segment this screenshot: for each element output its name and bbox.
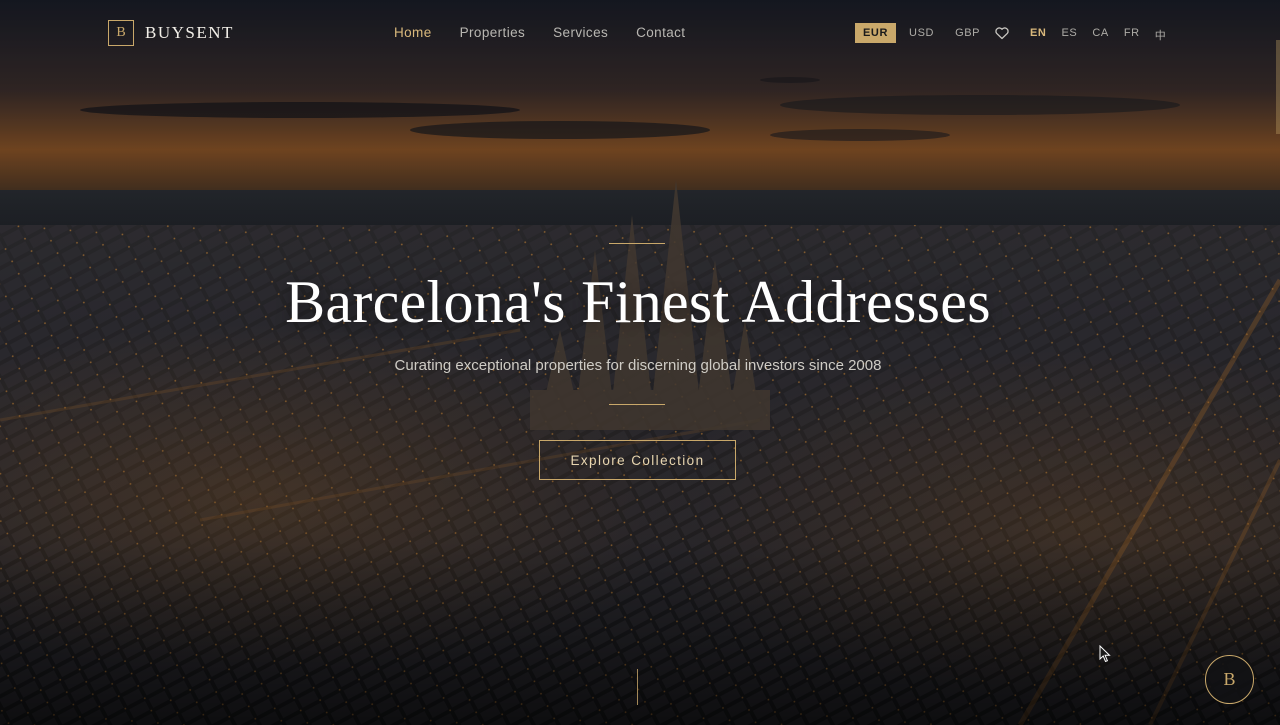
mouse-cursor-icon [1099,644,1111,663]
hero-divider-top [609,243,665,244]
scroll-down-indicator[interactable] [637,669,638,705]
hero-section: Barcelona's Finest Addresses Curating ex… [0,0,1280,725]
hero-subtitle: Curating exceptional properties for disc… [394,357,882,374]
floating-brand-button[interactable]: B [1205,655,1254,704]
page: B BUYSENT Home Properties Services Conta… [0,0,1280,725]
explore-collection-button[interactable]: Explore Collection [539,440,736,480]
hero-title: Barcelona's Finest Addresses [285,269,991,335]
hero-divider-bottom [609,404,665,405]
